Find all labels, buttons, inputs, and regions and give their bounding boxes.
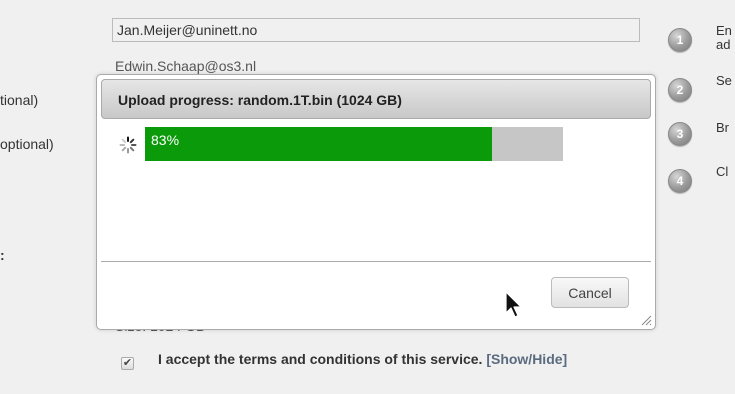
mouse-pointer-icon (505, 291, 522, 318)
step-2-text: Se (716, 73, 732, 88)
dialog-divider (101, 261, 651, 262)
step-1-line2: ad (716, 37, 731, 52)
resize-grip-icon[interactable] (640, 314, 652, 326)
step-1-line1: En (716, 23, 732, 38)
cancel-button[interactable]: Cancel (551, 277, 629, 308)
terms-text: I accept the terms and conditions of thi… (158, 351, 567, 367)
upload-progress-fill (145, 127, 492, 161)
terms-checkbox[interactable]: ✔ (121, 357, 134, 370)
loading-spinner-icon (119, 136, 137, 154)
upload-progress-label: 83% (151, 132, 180, 148)
step-2-icon: 2 (668, 78, 692, 102)
optional-label-1: tional) (0, 92, 39, 108)
step-4-text: Cl (716, 164, 729, 179)
step-3-icon: 3 (668, 122, 692, 146)
upload-progress-dialog: Upload progress: random.1T.bin (1024 GB)… (96, 74, 656, 330)
step-1-icon: 1 (668, 28, 692, 52)
field-label-3: : (0, 247, 5, 263)
dialog-title[interactable]: Upload progress: random.1T.bin (1024 GB) (101, 79, 651, 119)
step-4-icon: 4 (668, 169, 692, 193)
recipient-email-field[interactable]: Jan.Meijer@uninett.no (112, 18, 640, 42)
cc-email-text: Edwin.Schaap@os3.nl (115, 58, 257, 74)
optional-label-2: optional) (0, 136, 54, 152)
step-1-text: En ad (716, 24, 732, 52)
step-3-text: Br (716, 120, 729, 135)
terms-label: I accept the terms and conditions of thi… (158, 351, 483, 367)
terms-show-hide-link[interactable]: [Show/Hide] (486, 351, 567, 367)
upload-progress-bar: 83% (145, 127, 563, 161)
